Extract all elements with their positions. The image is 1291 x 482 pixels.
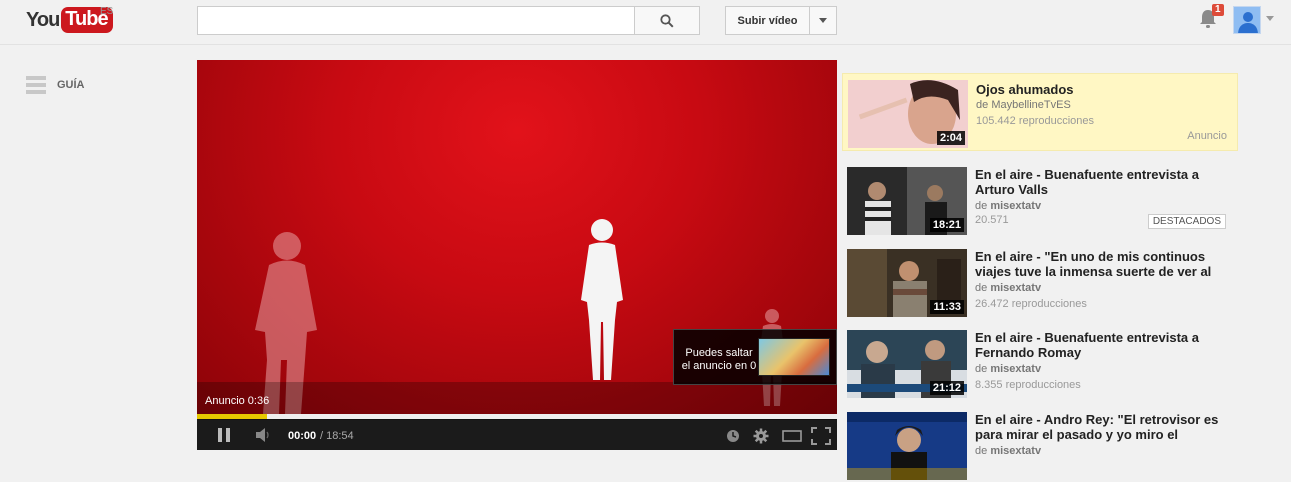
guide-label: GUÍA [57,79,85,91]
thumbnail-image [847,412,967,480]
channel-prefix: de [976,99,989,111]
channel-name[interactable]: misextatv [990,363,1041,375]
gear-icon[interactable] [753,428,769,444]
upload-menu-button[interactable] [809,6,837,35]
channel-name[interactable]: misextatv [990,445,1041,457]
guide-button[interactable]: GUÍA [26,76,85,94]
watch-later-icon[interactable] [726,429,740,443]
video-duration: 18:21 [929,218,964,232]
video-frame[interactable]: Anuncio 0:36 Puedes saltar el anuncio en… [197,60,837,414]
video-thumbnail[interactable]: 21:12 [847,330,967,398]
featured-badge: DESTACADOS [1147,214,1226,229]
theater-mode-icon[interactable] [782,430,802,442]
video-thumbnail[interactable] [847,412,967,480]
account-menu-chevron-icon[interactable] [1266,16,1274,21]
pause-icon[interactable] [217,427,231,443]
menu-icon [26,76,46,94]
channel-line: de misextatv [975,282,1041,294]
view-count: 105.442 reproducciones [976,115,1095,127]
channel-prefix: de [975,363,988,375]
search-button[interactable] [634,6,700,35]
video-player[interactable]: Anuncio 0:36 Puedes saltar el anuncio en… [197,60,837,450]
channel-line: de misextatv [975,445,1041,457]
ad-label: Anuncio [1187,130,1227,142]
video-duration: 11:33 [930,300,964,314]
channel-name[interactable]: MaybellineTvES [991,99,1070,111]
search-icon [660,13,674,28]
video-thumbnail[interactable]: 2:04 [848,80,968,148]
fullscreen-icon[interactable] [811,427,831,445]
time-separator: / [320,430,324,442]
video-duration: 21:12 [929,381,964,395]
channel-name[interactable]: misextatv [990,282,1041,294]
duration-value: 18:54 [326,430,354,442]
video-title[interactable]: Ojos ahumados [976,82,1234,97]
recommendation-item-ad[interactable]: 2:04 Ojos ahumados de MaybellineTvES 105… [842,73,1238,151]
skip-ad-text: Puedes saltar el anuncio en 0 [681,347,757,372]
notification-badge: 1 [1212,4,1224,16]
channel-prefix: de [975,445,988,457]
video-title[interactable]: En el aire - Buenafuente entrevista a Ar… [975,167,1233,197]
skip-ad-thumbnail [758,338,830,376]
video-title[interactable]: En el aire - "En uno de mis continuos vi… [975,249,1233,279]
skip-ad-box[interactable]: Puedes saltar el anuncio en 0 [673,329,837,385]
channel-line: de misextatv [975,200,1041,212]
recommendation-item[interactable]: 18:21 En el aire - Buenafuente entrevist… [842,161,1238,237]
channel-prefix: de [975,282,988,294]
volume-icon[interactable] [255,427,271,443]
view-count: 26.472 reproducciones [975,298,1087,310]
recommendation-item[interactable]: 11:33 En el aire - "En uno de mis contin… [842,243,1238,319]
search-input[interactable] [197,6,635,35]
view-count: 8.355 reproducciones [975,379,1081,391]
player-controls: 00:00 / 18:54 [197,419,837,450]
video-title[interactable]: En el aire - Andro Rey: "El retrovisor e… [975,412,1233,442]
channel-name[interactable]: misextatv [990,200,1041,212]
current-time: 00:00 [288,430,317,442]
channel-prefix: de [975,200,988,212]
duration: / 18:54 [320,430,354,442]
video-thumbnail[interactable]: 18:21 [847,167,967,235]
ad-countdown-label: Anuncio 0:36 [205,395,270,407]
video-title[interactable]: En el aire - Buenafuente entrevista a Fe… [975,330,1233,360]
logo-you-text: You [26,8,60,31]
recommendation-item[interactable]: 21:12 En el aire - Buenafuente entrevist… [842,324,1238,400]
video-duration: 2:04 [936,131,965,145]
region-label: ES [100,6,114,17]
chevron-down-icon [819,18,827,23]
view-count: 20.571 [975,214,1009,226]
channel-line: de MaybellineTvES [976,99,1071,111]
avatar[interactable] [1233,6,1261,34]
upload-button[interactable]: Subir vídeo [725,6,809,35]
silhouette-center-person [581,219,623,380]
masthead: You Tube ES Subir vídeo 1 [0,0,1291,45]
recommendation-item[interactable]: En el aire - Andro Rey: "El retrovisor e… [842,406,1238,482]
channel-line: de misextatv [975,363,1041,375]
user-icon [1234,7,1260,33]
video-thumbnail[interactable]: 11:33 [847,249,967,317]
